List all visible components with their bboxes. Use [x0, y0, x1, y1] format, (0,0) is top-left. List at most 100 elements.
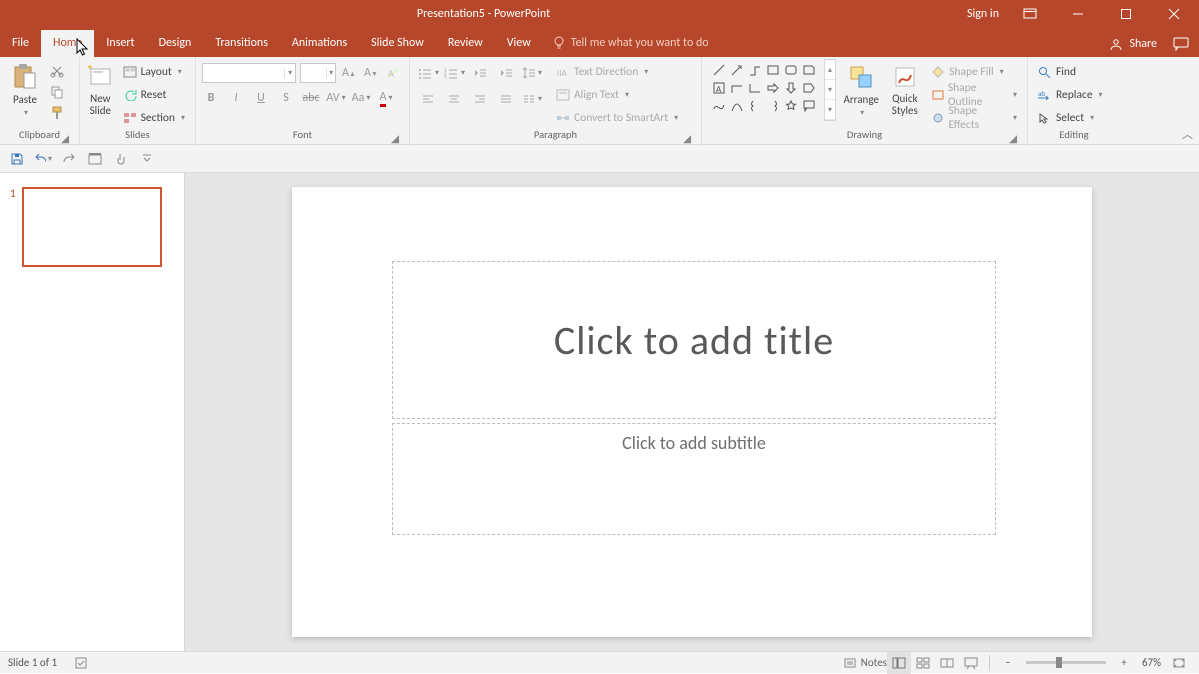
slide[interactable]: Click to add title Click to add subtitle: [292, 187, 1092, 637]
shape-effects-button[interactable]: Shape Effects▾: [927, 108, 1021, 128]
share-button[interactable]: Share: [1129, 37, 1157, 51]
shape-blockarrow-icon[interactable]: [764, 79, 781, 96]
italic-button[interactable]: I: [227, 89, 245, 107]
ribbon-display-options-icon[interactable]: [1013, 0, 1047, 28]
qat-customize-icon[interactable]: [138, 150, 156, 168]
fit-to-window-icon[interactable]: [1167, 652, 1191, 674]
shape-fill-button[interactable]: Shape Fill▾: [927, 62, 1021, 82]
tab-slideshow[interactable]: Slide Show: [359, 30, 436, 57]
format-painter-button[interactable]: [48, 104, 66, 122]
shape-snip-icon[interactable]: [800, 61, 817, 78]
tab-design[interactable]: Design: [147, 30, 204, 57]
shapes-gallery[interactable]: A: [708, 59, 824, 121]
tab-animations[interactable]: Animations: [280, 30, 359, 57]
shape-star-icon[interactable]: [782, 97, 799, 114]
decrease-indent-button[interactable]: [468, 63, 492, 83]
slideshow-view-icon[interactable]: [959, 652, 983, 674]
numbering-button[interactable]: 123▾: [442, 63, 466, 83]
tab-insert[interactable]: Insert: [94, 30, 146, 57]
find-button[interactable]: Find: [1034, 62, 1107, 82]
zoom-in-button[interactable]: +: [1112, 652, 1136, 674]
line-spacing-button[interactable]: ▾: [520, 63, 544, 83]
increase-font-icon[interactable]: A▲: [340, 64, 358, 82]
normal-view-icon[interactable]: [887, 652, 911, 674]
slide-canvas-area[interactable]: Click to add title Click to add subtitle: [185, 173, 1199, 651]
copy-button[interactable]: [48, 83, 66, 101]
spell-check-icon[interactable]: [69, 652, 93, 674]
select-button[interactable]: Select▾: [1034, 108, 1107, 128]
maximize-button[interactable]: [1109, 0, 1143, 28]
tab-transitions[interactable]: Transitions: [203, 30, 280, 57]
shape-blockarrow2-icon[interactable]: [782, 79, 799, 96]
start-from-beginning-icon[interactable]: [86, 150, 104, 168]
redo-icon[interactable]: [60, 150, 78, 168]
subtitle-placeholder[interactable]: Click to add subtitle: [392, 423, 996, 535]
sign-in-link[interactable]: Sign in: [967, 7, 999, 21]
quick-styles-button[interactable]: Quick Styles: [886, 59, 923, 116]
section-button[interactable]: Section▾: [119, 108, 189, 128]
shape-freeform-icon[interactable]: [710, 97, 727, 114]
clear-formatting-icon[interactable]: A: [384, 64, 402, 82]
strikethrough-button[interactable]: abc: [302, 89, 320, 107]
convert-smartart-button[interactable]: Convert to SmartArt▾: [552, 108, 682, 128]
arrange-button[interactable]: Arrange▾: [840, 59, 882, 118]
shape-rect-icon[interactable]: [764, 61, 781, 78]
tab-review[interactable]: Review: [436, 30, 495, 57]
drawing-launcher[interactable]: ◢: [1007, 132, 1019, 144]
slide-thumbnail-1[interactable]: [22, 187, 162, 267]
minimize-button[interactable]: [1061, 0, 1095, 28]
shape-brace-icon[interactable]: [746, 97, 763, 114]
slide-sorter-icon[interactable]: [911, 652, 935, 674]
notes-button[interactable]: Notes: [843, 652, 887, 674]
collapse-ribbon-icon[interactable]: ︿: [1182, 126, 1193, 142]
zoom-slider[interactable]: [1026, 661, 1106, 664]
comments-icon[interactable]: [1173, 37, 1189, 51]
shape-outline-button[interactable]: Shape Outline▾: [927, 85, 1021, 105]
zoom-level[interactable]: 67%: [1142, 656, 1161, 669]
clipboard-launcher[interactable]: ◢: [59, 132, 71, 144]
new-slide-button[interactable]: New Slide: [86, 59, 115, 117]
close-button[interactable]: [1157, 0, 1191, 28]
underline-button[interactable]: U: [252, 89, 270, 107]
shape-connector-icon[interactable]: [746, 61, 763, 78]
shape-callout-icon[interactable]: [800, 97, 817, 114]
align-left-button[interactable]: [416, 89, 440, 109]
bullets-button[interactable]: ▾: [416, 63, 440, 83]
touch-mode-icon[interactable]: [112, 150, 130, 168]
replace-button[interactable]: abReplace▾: [1034, 85, 1107, 105]
shape-textbox-icon[interactable]: A: [710, 79, 727, 96]
reading-view-icon[interactable]: [935, 652, 959, 674]
paragraph-launcher[interactable]: ◢: [681, 132, 693, 144]
shape-elbow-icon[interactable]: [728, 79, 745, 96]
reset-button[interactable]: Reset: [119, 85, 189, 105]
decrease-font-icon[interactable]: A▼: [362, 64, 380, 82]
char-spacing-button[interactable]: AV▾: [327, 89, 345, 107]
text-direction-button[interactable]: IIAText Direction▾: [552, 62, 682, 82]
font-name-combo[interactable]: ▾: [202, 63, 296, 83]
slide-thumbnail-pane[interactable]: 1: [0, 173, 185, 651]
slide-counter[interactable]: Slide 1 of 1: [8, 656, 57, 669]
shape-curve-icon[interactable]: [728, 97, 745, 114]
align-text-button[interactable]: Align Text▾: [552, 85, 682, 105]
shape-line-icon[interactable]: [710, 61, 727, 78]
increase-indent-button[interactable]: [494, 63, 518, 83]
undo-icon[interactable]: ▾: [34, 150, 52, 168]
justify-button[interactable]: [494, 89, 518, 109]
align-center-button[interactable]: [442, 89, 466, 109]
tab-view[interactable]: View: [495, 30, 543, 57]
gallery-scroll[interactable]: ▴▾▾: [824, 59, 836, 121]
tell-me-search[interactable]: Tell me what you want to do: [543, 30, 719, 57]
shape-pentagon-icon[interactable]: [800, 79, 817, 96]
font-color-button[interactable]: A▾: [377, 89, 395, 107]
change-case-button[interactable]: Aa▾: [352, 89, 370, 107]
shape-elbow2-icon[interactable]: [746, 79, 763, 96]
save-icon[interactable]: [8, 150, 26, 168]
tab-home[interactable]: Home: [41, 30, 94, 57]
font-size-combo[interactable]: ▾: [300, 63, 336, 83]
bold-button[interactable]: B: [202, 89, 220, 107]
tab-file[interactable]: File: [0, 30, 41, 57]
shape-roundrect-icon[interactable]: [782, 61, 799, 78]
zoom-out-button[interactable]: −: [996, 652, 1020, 674]
title-placeholder[interactable]: Click to add title: [392, 261, 996, 419]
align-right-button[interactable]: [468, 89, 492, 109]
